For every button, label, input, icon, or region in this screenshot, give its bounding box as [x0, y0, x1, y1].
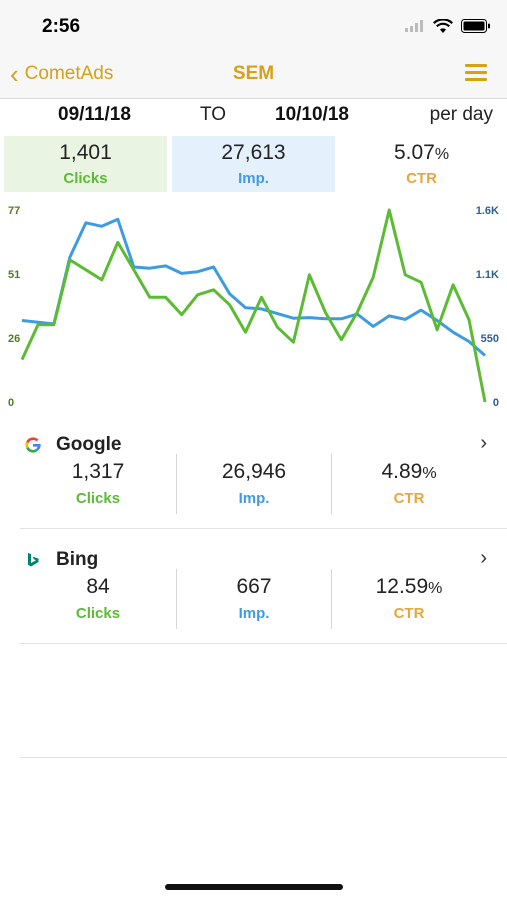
left-axis-tick-label: 77 [8, 205, 20, 217]
granularity-selector[interactable]: per day [430, 104, 493, 126]
source-name: Google [56, 434, 122, 455]
source-ctr-unit: % [428, 580, 443, 597]
bing-logo-icon [28, 553, 39, 567]
wifi-icon [433, 18, 453, 33]
source-clicks: 1,317 Clicks [23, 460, 173, 518]
chevron-right-icon[interactable]: › [480, 432, 487, 455]
divider [331, 454, 332, 514]
total-ctr-tile[interactable]: 5.07% CTR [340, 136, 503, 192]
chevron-right-icon[interactable]: › [480, 547, 487, 570]
menu-icon[interactable] [465, 64, 487, 82]
source-ctr: 4.89% CTR [334, 460, 484, 518]
source-ctr-value-wrap: 4.89% [334, 460, 484, 484]
divider [176, 454, 177, 514]
divider [331, 569, 332, 629]
source-ctr-value-wrap: 12.59% [334, 575, 484, 599]
total-clicks-label: Clicks [63, 170, 108, 187]
source-ctr-label: CTR [393, 490, 425, 507]
status-bar: 2:56 [0, 0, 507, 50]
total-impressions-label: Imp. [238, 170, 269, 187]
total-impressions-value: 27,613 [221, 141, 286, 164]
date-range: 09/11/18 TO 10/10/18 per day [0, 99, 507, 133]
navigation-bar: ‹ CometAds SEM [0, 50, 507, 99]
source-clicks-value: 1,317 [71, 460, 125, 483]
source-row-bing[interactable]: Bing › 84 Clicks 667 Imp. 12.59% CTR [0, 545, 507, 653]
battery-icon [461, 19, 490, 33]
impressions-series-line [21, 217, 486, 357]
google-logo-icon [25, 437, 41, 453]
total-ctr-value-wrap: 5.07% [340, 141, 503, 165]
source-ctr-unit: % [422, 465, 437, 482]
source-impressions-label: Imp. [238, 605, 270, 622]
total-clicks-value: 1,401 [59, 141, 112, 164]
status-icons [405, 16, 491, 36]
date-to[interactable]: 10/10/18 [275, 104, 349, 126]
right-axis-tick-label: 1.1K [476, 269, 499, 281]
source-impressions-value: 26,946 [221, 460, 287, 483]
left-axis-tick-label: 0 [8, 397, 14, 409]
source-impressions-value: 667 [236, 575, 272, 598]
row-separator [20, 528, 507, 529]
signal-icon [405, 20, 423, 32]
right-axis-tick-label: 550 [481, 333, 499, 345]
divider [176, 569, 177, 629]
source-clicks: 84 Clicks [23, 575, 173, 633]
source-impressions: 667 Imp. [179, 575, 329, 633]
status-time: 2:56 [42, 16, 81, 37]
home-indicator[interactable] [165, 884, 343, 890]
date-separator: TO [200, 104, 227, 125]
total-ctr-value: 5.07 [393, 141, 435, 164]
total-ctr-label: CTR [406, 170, 437, 187]
left-axis-tick-label: 51 [8, 269, 20, 281]
total-impressions-tile[interactable]: 27,613 Imp. [172, 136, 335, 192]
row-separator [20, 643, 507, 644]
source-ctr-label: CTR [393, 605, 425, 622]
source-ctr-value: 12.59 [375, 575, 429, 598]
source-ctr: 12.59% CTR [334, 575, 484, 633]
source-row-google[interactable]: Google › 1,317 Clicks 26,946 Imp. 4.89% … [0, 430, 507, 538]
row-separator [20, 757, 507, 758]
right-axis-tick-label: 1.6K [476, 205, 499, 217]
page-title: SEM [232, 63, 275, 84]
source-impressions-label: Imp. [238, 490, 270, 507]
source-name: Bing [56, 549, 99, 570]
source-clicks-label: Clicks [75, 490, 121, 507]
total-clicks-tile[interactable]: 1,401 Clicks [4, 136, 167, 192]
right-axis-tick-label: 0 [493, 397, 499, 409]
source-ctr-value: 4.89 [381, 460, 423, 483]
source-clicks-value: 84 [86, 575, 110, 598]
clicks-series-line [20, 208, 487, 403]
trend-chart: 77 51 26 0 1.6K 1.1K 550 0 [8, 205, 499, 409]
source-clicks-label: Clicks [75, 605, 121, 622]
total-ctr-unit: % [434, 146, 450, 163]
left-axis-tick-label: 26 [8, 333, 20, 345]
date-from[interactable]: 09/11/18 [58, 104, 131, 126]
source-impressions: 26,946 Imp. [179, 460, 329, 518]
